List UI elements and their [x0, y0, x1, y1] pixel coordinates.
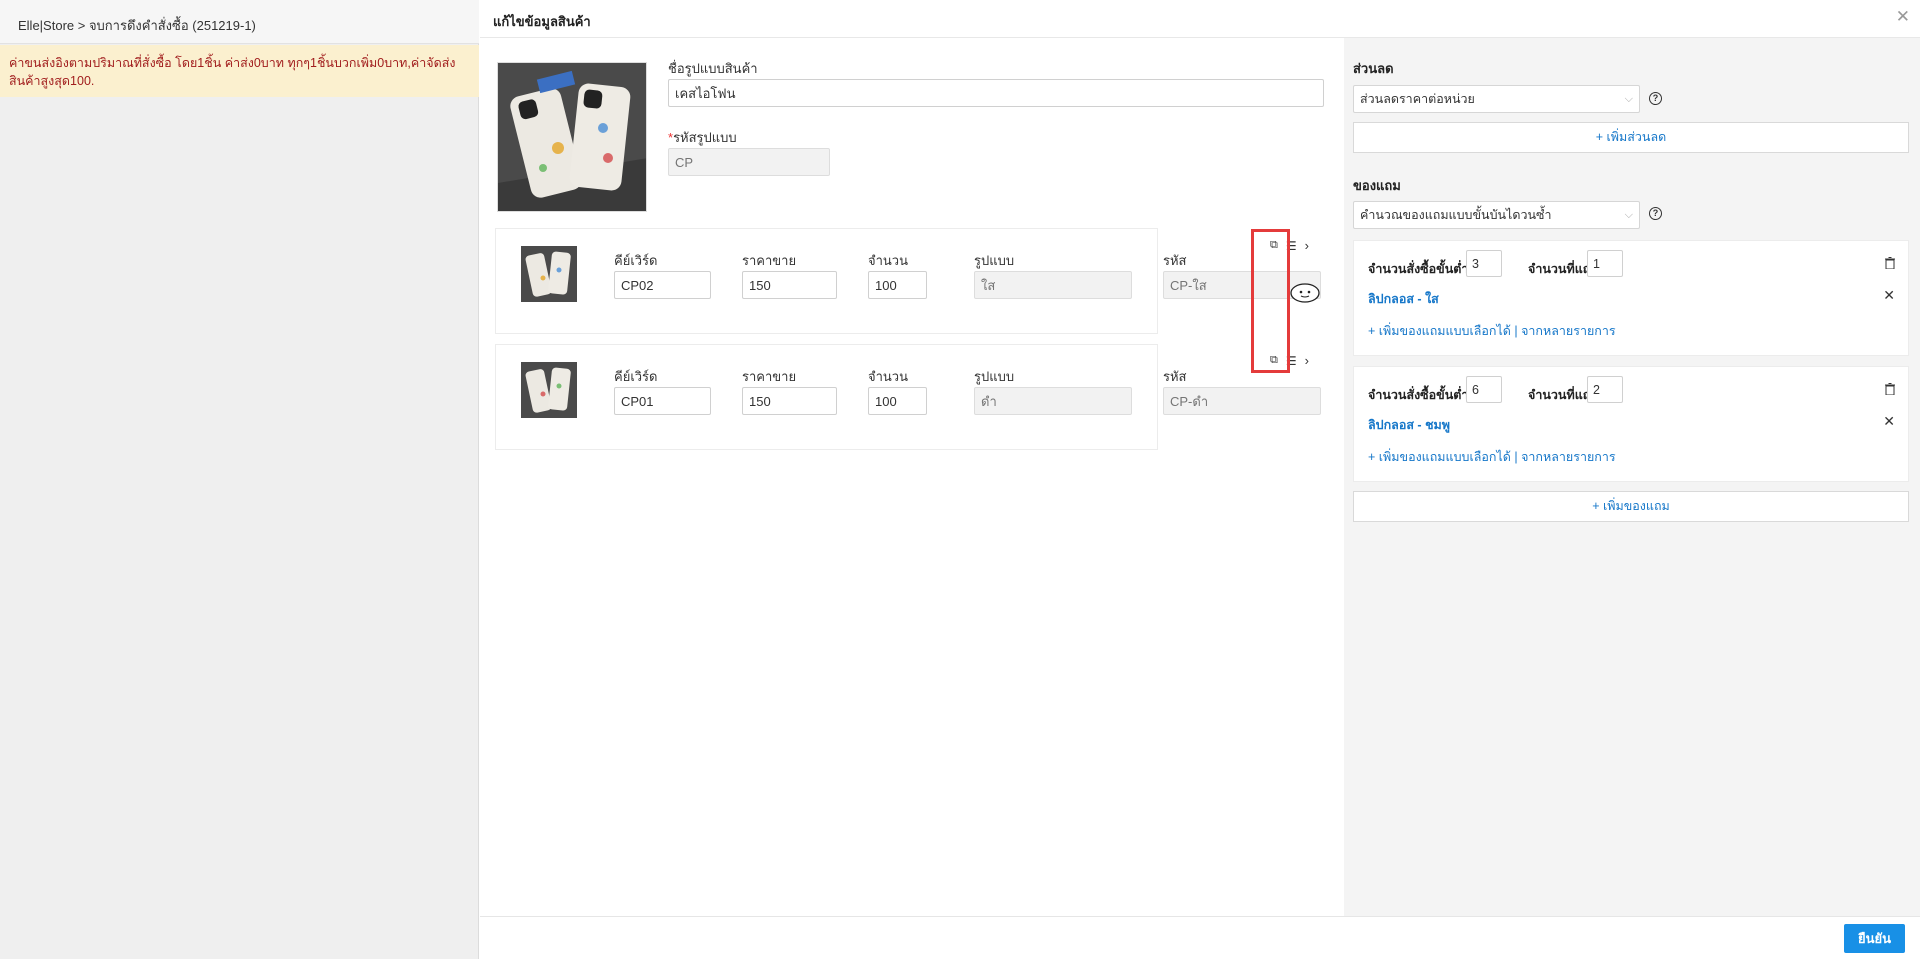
drawer-title: แก้ไขข้อมูลสินค้า — [493, 14, 591, 29]
min-order-input[interactable] — [1466, 376, 1502, 403]
style-name-input[interactable] — [668, 79, 1324, 107]
style-code-label: *รหัสรูปแบบ — [668, 127, 737, 148]
style-code-label-text: รหัสรูปแบบ — [673, 130, 737, 145]
gift-type-value: คำนวณของแถมแบบขั้นบันไดวนซ้ำ — [1360, 208, 1552, 222]
keyword-label: คีย์เวิร์ด — [614, 369, 658, 384]
add-gift-button[interactable]: + เพิ่มของแถม — [1353, 491, 1909, 522]
variant-image — [521, 362, 577, 418]
style-code-input[interactable] — [668, 148, 830, 176]
gift-heading: ของแถม — [1353, 178, 1401, 193]
discount-type-select[interactable]: ส่วนลดราคาต่อหน่วย ⌵ — [1353, 85, 1640, 113]
gift-tier-card: จำนวนสั่งซื้อขั้นต่ำ จำนวนที่แถม ลิปกลอส… — [1353, 366, 1909, 482]
add-gift-choice-link[interactable]: + เพิ่มของแถมแบบเลือกได้ | จากหลายรายการ — [1368, 447, 1616, 467]
add-discount-button[interactable]: + เพิ่มส่วนลด — [1353, 122, 1909, 153]
close-icon[interactable]: ✕ — [1896, 7, 1910, 27]
price-input[interactable] — [742, 387, 837, 415]
keyword-input[interactable] — [614, 387, 711, 415]
gift-tier-card: จำนวนสั่งซื้อขั้นต่ำ จำนวนที่แถม ลิปกลอส… — [1353, 240, 1909, 356]
min-order-label: จำนวนสั่งซื้อขั้นต่ำ — [1368, 262, 1469, 276]
gift-type-select[interactable]: คำนวณของแถมแบบขั้นบันไดวนซ้ำ ⌵ — [1353, 201, 1640, 229]
highlight-box — [1251, 229, 1290, 373]
shipping-notice: ค่าขนส่งอิงตามปริมาณที่สั่งซื้อ โดย1ชิ้น… — [0, 45, 479, 97]
price-label: ราคาขาย — [742, 253, 797, 268]
confirm-button[interactable]: ยืนยัน — [1844, 924, 1905, 953]
drawer-header: แก้ไขข้อมูลสินค้า ✕ — [480, 0, 1920, 38]
promo-panel: ส่วนลด ส่วนลดราคาต่อหน่วย ⌵ ? + เพิ่มส่ว… — [1344, 38, 1920, 916]
help-icon[interactable]: ? — [1649, 92, 1662, 105]
help-icon[interactable]: ? — [1649, 207, 1662, 220]
variant-image — [521, 246, 577, 302]
style-input[interactable] — [974, 387, 1132, 415]
trash-icon[interactable] — [1885, 257, 1895, 269]
style-label: รูปแบบ — [974, 253, 1015, 268]
gift-qty-input[interactable] — [1587, 250, 1623, 277]
gift-qty-input[interactable] — [1587, 376, 1623, 403]
min-order-input[interactable] — [1466, 250, 1502, 277]
chevron-right-icon[interactable]: › — [1305, 238, 1309, 253]
keyword-label: คีย์เวิร์ด — [614, 253, 658, 268]
gift-item-link[interactable]: ลิปกลอส - ใส — [1368, 289, 1439, 309]
price-input[interactable] — [742, 271, 837, 299]
variant-card: คีย์เวิร์ด ราคาขาย จำนวน รูปแบบ รหัสสินค… — [495, 344, 1321, 450]
keyword-input[interactable] — [614, 271, 711, 299]
gift-item-link[interactable]: ลิปกลอส - ชมพู — [1368, 415, 1450, 435]
style-name-label: ชื่อรูปแบบสินค้า — [668, 61, 758, 76]
chevron-down-icon: ⌵ — [1624, 93, 1633, 105]
min-order-label: จำนวนสั่งซื้อขั้นต่ำ — [1368, 388, 1469, 402]
quantity-label: จำนวน — [868, 253, 908, 268]
breadcrumb: Elle|Store > จบการดึงคำสั่งซื้อ (251219-… — [0, 0, 479, 44]
background-page: Elle|Store > จบการดึงคำสั่งซื้อ (251219-… — [0, 0, 479, 959]
discount-heading: ส่วนลด — [1353, 61, 1394, 76]
quantity-label: จำนวน — [868, 369, 908, 384]
assistant-bubble-icon[interactable] — [1289, 281, 1321, 305]
discount-type-value: ส่วนลดราคาต่อหน่วย — [1360, 92, 1475, 106]
remove-item-icon[interactable]: ✕ — [1883, 287, 1895, 304]
quantity-input[interactable] — [868, 387, 927, 415]
price-label: ราคาขาย — [742, 369, 797, 384]
chevron-down-icon: ⌵ — [1624, 209, 1633, 221]
style-input[interactable] — [974, 271, 1132, 299]
sku-input[interactable] — [1163, 387, 1321, 415]
drawer-footer: ยืนยัน — [480, 916, 1920, 959]
product-image — [497, 62, 647, 212]
variant-card: คีย์เวิร์ด ราคาขาย จำนวน รูปแบบ รหัสสินค… — [495, 228, 1321, 334]
add-gift-choice-link[interactable]: + เพิ่มของแถมแบบเลือกได้ | จากหลายรายการ — [1368, 321, 1616, 341]
style-label: รูปแบบ — [974, 369, 1015, 384]
chevron-right-icon[interactable]: › — [1305, 353, 1309, 368]
remove-item-icon[interactable]: ✕ — [1883, 413, 1895, 430]
trash-icon[interactable] — [1885, 383, 1895, 395]
quantity-input[interactable] — [868, 271, 927, 299]
